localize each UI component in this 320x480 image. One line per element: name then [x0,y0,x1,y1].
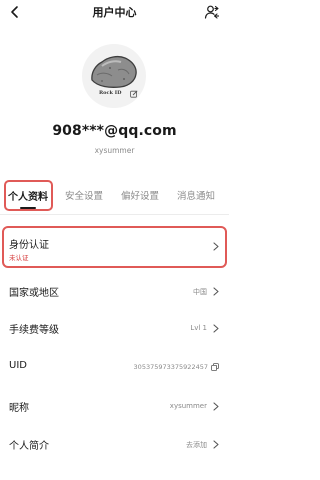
bio-row[interactable]: 个人简介 去添加 [0,427,229,463]
account-username: xysummer [94,146,135,155]
chevron-right-icon [213,242,219,251]
fee-level-row[interactable]: 手续费等级 Lvl 1 [0,311,229,347]
header-bar: 用户中心 [0,0,229,26]
account-email: 908***@qq.com [52,123,177,139]
country-label: 国家或地区 [9,288,59,299]
identity-verification-status: 未认证 [9,254,29,262]
identity-verification-label: 身份认证 [9,240,49,251]
page-title: 用户中心 [92,6,137,19]
fee-level-label: 手续费等级 [9,325,59,336]
chevron-right-icon [213,402,219,411]
nickname-row[interactable]: 昵称 xysummer [0,389,229,425]
chevron-right-icon [213,440,219,449]
country-row[interactable]: 国家或地区 中国 [0,274,229,310]
copy-icon[interactable] [211,363,219,371]
user-switch-icon[interactable] [204,4,220,20]
fee-level-value: Lvl 1 [190,324,207,332]
tab-personal-info[interactable]: 个人资料 [8,188,48,203]
tab-message-notifications[interactable]: 消息通知 [177,188,215,202]
chevron-right-icon [213,324,219,333]
country-value: 中国 [193,288,207,296]
uid-value: 305375973375922457 [133,363,208,371]
tab-preference-settings[interactable]: 偏好设置 [121,188,159,202]
profile-tabs: 个人资料 安全设置 偏好设置 消息通知 [0,180,229,212]
tabs-divider [0,214,229,215]
bio-label: 个人简介 [9,441,49,452]
nickname-value: xysummer [169,402,207,410]
uid-label: UID [9,360,27,371]
avatar[interactable]: Rock ID [82,44,146,108]
bio-value: 去添加 [186,441,207,449]
chevron-right-icon [213,287,219,296]
uid-row: UID 305375973375922457 [0,350,229,386]
nickname-label: 昵称 [9,403,29,414]
rock-avatar-image [91,55,137,88]
avatar-caption: Rock ID [99,90,122,96]
edit-icon[interactable] [130,90,138,98]
tab-active-underline [20,207,36,209]
tab-security-settings[interactable]: 安全设置 [65,188,103,202]
